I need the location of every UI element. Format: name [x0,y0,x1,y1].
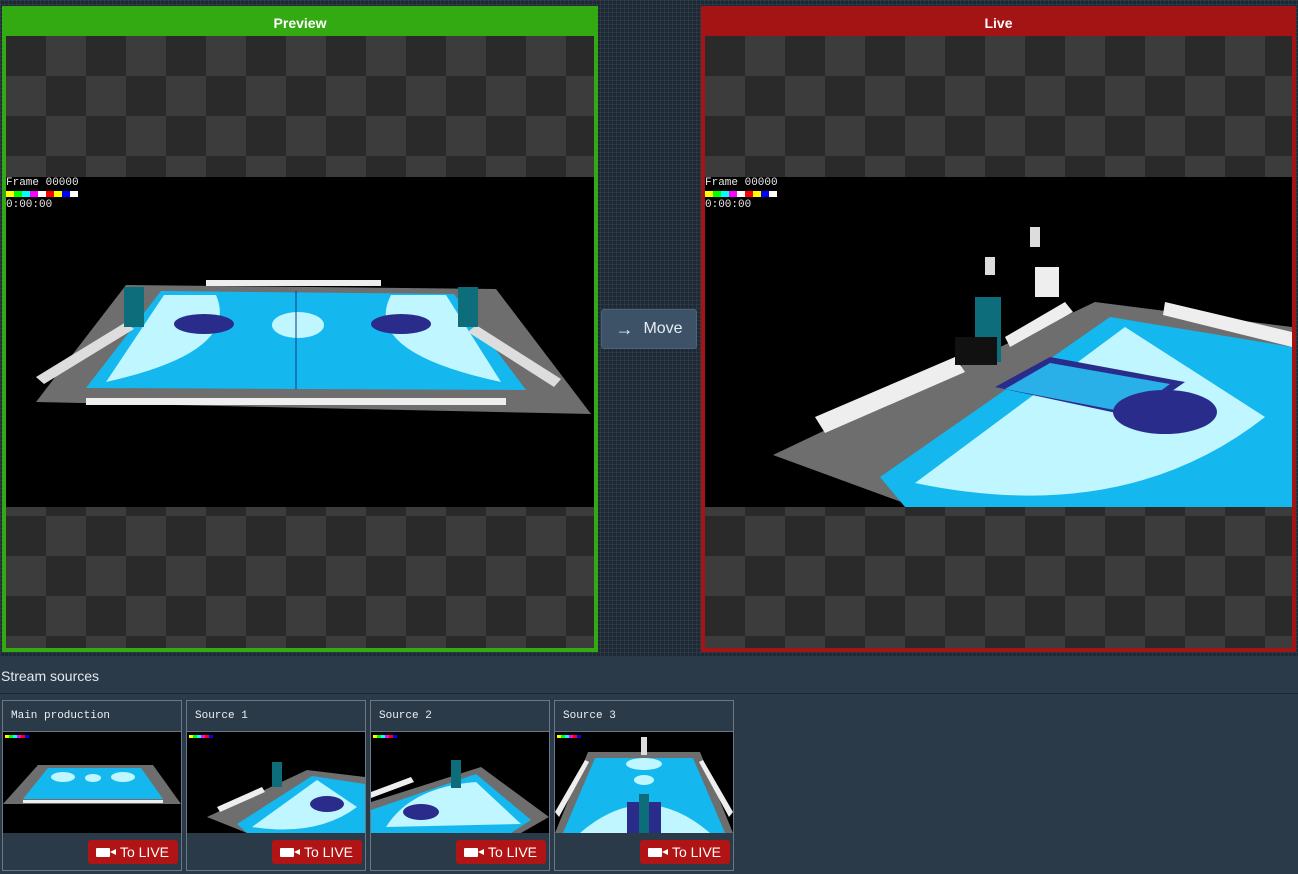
source-thumbnail [555,732,733,833]
preview-timecode: 0:00:00 [6,199,53,211]
to-live-label: To LIVE [119,844,169,860]
live-osd: Frame 00000 0:00:00 [705,177,785,211]
source-thumbnail [187,732,365,833]
color-bars-icon [5,735,29,738]
preview-osd: Frame 00000 0:00:00 [6,177,86,211]
color-bars-icon [705,191,785,197]
preview-header: Preview [6,10,594,36]
to-live-button[interactable]: To LIVE [87,840,178,864]
preview-court-scene [36,280,591,414]
camera-icon [279,847,300,857]
source-card-title: Source 3 [555,701,733,732]
color-bars-icon [373,735,397,738]
live-header: Live [705,10,1292,36]
to-live-label: To LIVE [303,844,353,860]
source-card-title: Main production [3,701,181,732]
live-video: Frame 00000 0:00:00 [705,177,1292,507]
source-card-source-1[interactable]: Source 1 To LIVE [186,700,366,871]
live-checkerboard: Frame 00000 0:00:00 [705,36,1292,648]
source-card-title: Source 2 [371,701,549,732]
camera-icon [95,847,116,857]
source-card-title: Source 1 [187,701,365,732]
to-live-label: To LIVE [671,844,721,860]
to-live-label: To LIVE [487,844,537,860]
source-card-main-production[interactable]: Main production To LIVE [2,700,182,871]
source-thumbnail [3,732,181,833]
preview-video: Frame 00000 0:00:00 [6,177,594,507]
color-bars-icon [189,735,213,738]
source-card-source-2[interactable]: Source 2 To LIVE [370,700,550,871]
live-frame-counter: Frame 00000 [705,177,778,189]
live-monitor: Live Frame 00000 0:00:00 [701,6,1296,652]
camera-icon [647,847,668,857]
to-live-button[interactable]: To LIVE [455,840,546,864]
color-bars-icon [557,735,581,738]
move-button[interactable]: → Move [601,309,697,349]
color-bars-icon [6,191,86,197]
preview-checkerboard: Frame 00000 0:00:00 [6,36,594,648]
source-thumbnail [371,732,549,833]
to-live-button[interactable]: To LIVE [639,840,730,864]
live-timecode: 0:00:00 [705,199,752,211]
move-button-label: Move [643,320,683,337]
camera-icon [463,847,484,857]
live-court-scene [773,227,1292,507]
preview-frame-counter: Frame 00000 [6,177,79,189]
preview-monitor: Preview Frame 00000 0:00:00 [2,6,598,652]
arrow-right-icon: → [615,318,634,339]
to-live-button[interactable]: To LIVE [271,840,362,864]
source-list: Main production To LIVE Source 1 To LIVE… [2,700,734,871]
source-card-source-3[interactable]: Source 3 To LIVE [554,700,734,871]
stream-sources-title: Stream sources [0,656,1298,694]
